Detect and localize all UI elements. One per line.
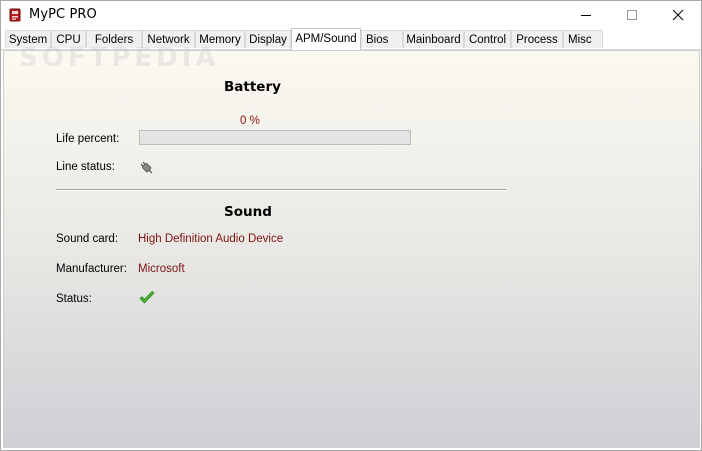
checkmark-icon — [138, 289, 156, 307]
tab-network[interactable]: Network — [142, 30, 195, 48]
tab-folders[interactable]: Folders — [86, 30, 142, 48]
tab-memory[interactable]: Memory — [195, 30, 245, 48]
close-icon — [672, 9, 684, 21]
minimize-icon — [581, 15, 591, 16]
close-button[interactable] — [655, 1, 701, 29]
tab-control[interactable]: Control — [464, 30, 511, 48]
line-status-label: Line status: — [56, 161, 115, 173]
tab-display[interactable]: Display — [245, 30, 291, 48]
power-plug-icon — [138, 159, 156, 177]
manufacturer-value: Microsoft — [138, 263, 185, 275]
title-bar[interactable]: MyPC PRO — [1, 1, 701, 29]
maximize-icon — [627, 10, 637, 20]
minimize-button[interactable] — [563, 1, 609, 29]
tab-process[interactable]: Process — [511, 30, 563, 48]
battery-title: Battery — [224, 79, 281, 95]
section-divider — [56, 189, 506, 191]
life-percent-label: Life percent: — [56, 133, 120, 145]
main-window: MyPC PRO System CPU Folders Network Memo… — [0, 0, 702, 451]
sound-card-label: Sound card: — [56, 233, 119, 245]
apm-sound-panel: Battery 0 % Life percent: Line status: S… — [3, 50, 700, 448]
sound-card-value: High Definition Audio Device — [138, 233, 284, 245]
sound-title: Sound — [224, 204, 272, 220]
status-label: Status: — [56, 293, 92, 305]
tab-cpu[interactable]: CPU — [51, 30, 86, 48]
tab-misc[interactable]: Misc — [563, 30, 603, 48]
app-icon — [7, 7, 23, 23]
tab-strip: System CPU Folders Network Memory Displa… — [1, 28, 701, 73]
tab-mainboard[interactable]: Mainboard — [403, 30, 464, 48]
life-percent-progress — [139, 130, 411, 145]
window-title: MyPC PRO — [29, 7, 97, 22]
tab-bios[interactable]: Bios — [361, 30, 403, 48]
maximize-button[interactable] — [609, 1, 655, 29]
tab-system[interactable]: System — [5, 30, 51, 48]
manufacturer-label: Manufacturer: — [56, 263, 127, 275]
battery-percent-text: 0 % — [240, 115, 260, 127]
tab-apm-sound[interactable]: APM/Sound — [291, 28, 361, 50]
